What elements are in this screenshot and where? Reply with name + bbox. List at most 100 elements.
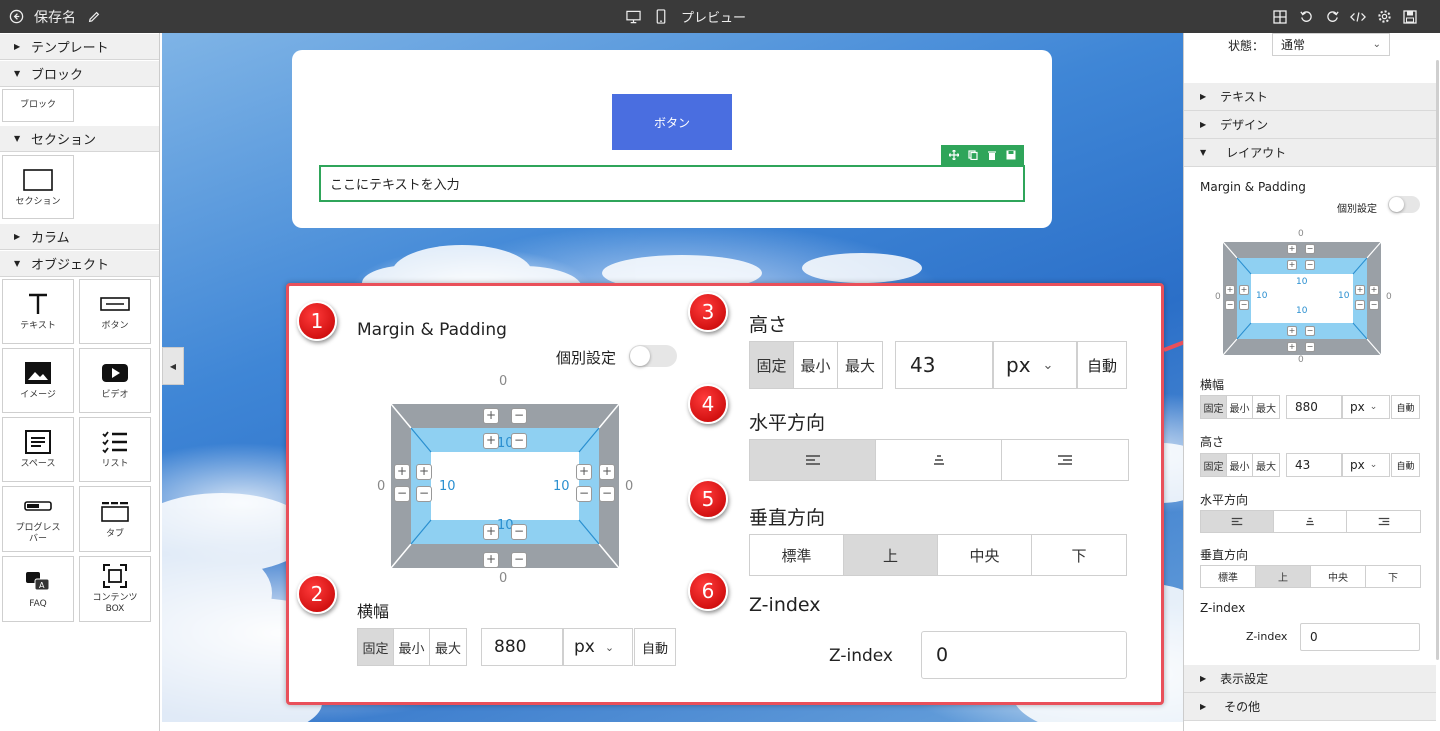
margin-left-minus[interactable]: − xyxy=(394,486,410,502)
width-auto-button[interactable]: 自動 xyxy=(1391,395,1420,419)
padding-right-minus[interactable]: − xyxy=(1355,300,1365,310)
width-mode-max[interactable]: 最大 xyxy=(1253,396,1279,418)
padding-top-plus[interactable]: + xyxy=(1287,260,1297,270)
height-mode-min[interactable]: 最小 xyxy=(794,342,838,388)
accordion-design[interactable]: ▶ デザイン xyxy=(1184,111,1436,139)
padding-left-minus[interactable]: − xyxy=(416,486,432,502)
object-tile-text[interactable]: テキスト xyxy=(2,279,74,344)
vertical-option-top[interactable]: 上 xyxy=(1256,566,1311,587)
align-left-option[interactable] xyxy=(1201,511,1274,532)
width-unit-select[interactable]: px ⌄ xyxy=(1342,395,1390,419)
margin-right-plus[interactable]: + xyxy=(599,464,615,480)
accordion-display-settings[interactable]: ▶ 表示設定 xyxy=(1184,665,1436,693)
object-tile-video[interactable]: ビデオ xyxy=(79,348,151,413)
width-mode-min[interactable]: 最小 xyxy=(1227,396,1253,418)
padding-bottom-plus[interactable]: + xyxy=(1287,326,1297,336)
width-mode-fixed[interactable]: 固定 xyxy=(1201,396,1227,418)
margin-left-plus[interactable]: + xyxy=(1225,285,1235,295)
margin-top-plus[interactable]: + xyxy=(1287,244,1297,254)
object-tile-content-box[interactable]: コンテンツ BOX xyxy=(79,556,151,622)
padding-top-plus[interactable]: + xyxy=(483,433,499,449)
width-value-input[interactable]: 880 xyxy=(481,628,563,666)
mobile-icon[interactable] xyxy=(653,9,669,25)
accordion-object[interactable]: ▼ オブジェクト xyxy=(0,250,159,277)
align-right-option[interactable] xyxy=(1347,511,1420,532)
margin-right-minus[interactable]: − xyxy=(1369,300,1379,310)
padding-bottom-minus[interactable]: − xyxy=(511,524,527,540)
block-tile[interactable]: ブロック xyxy=(2,89,74,122)
height-mode-max[interactable]: 最大 xyxy=(1253,454,1279,476)
margin-bottom-plus[interactable]: + xyxy=(483,552,499,568)
align-center-option[interactable] xyxy=(1274,511,1347,532)
height-auto-button[interactable]: 自動 xyxy=(1077,341,1127,389)
accordion-block[interactable]: ▼ ブロック xyxy=(0,60,159,87)
vertical-option-middle[interactable]: 中央 xyxy=(938,535,1032,575)
accordion-text[interactable]: ▶ テキスト xyxy=(1184,83,1436,111)
undo-icon[interactable] xyxy=(1298,9,1314,25)
padding-bottom-minus[interactable]: − xyxy=(1305,326,1315,336)
height-mode-fixed[interactable]: 固定 xyxy=(1201,454,1227,476)
height-mode-max[interactable]: 最大 xyxy=(838,342,882,388)
padding-left-plus[interactable]: + xyxy=(1239,285,1249,295)
width-unit-select[interactable]: px ⌄ xyxy=(563,628,633,666)
object-tile-tab[interactable]: タブ xyxy=(79,486,151,552)
vertical-option-normal[interactable]: 標準 xyxy=(1201,566,1256,587)
right-panel-scrollbar[interactable] xyxy=(1436,60,1439,660)
vertical-option-bottom[interactable]: 下 xyxy=(1032,535,1126,575)
redo-icon[interactable] xyxy=(1324,9,1340,25)
margin-left-plus[interactable]: + xyxy=(394,464,410,480)
height-mode-min[interactable]: 最小 xyxy=(1227,454,1253,476)
margin-right-plus[interactable]: + xyxy=(1369,285,1379,295)
preview-text-field[interactable]: ここにテキストを入力 xyxy=(319,165,1025,202)
height-unit-select[interactable]: px ⌄ xyxy=(1342,453,1390,477)
margin-bottom-plus[interactable]: + xyxy=(1287,342,1297,352)
trash-icon[interactable] xyxy=(987,150,997,160)
height-value-input[interactable]: 43 xyxy=(895,341,993,389)
accordion-column[interactable]: ▶ カラム xyxy=(0,223,159,250)
vertical-option-top[interactable]: 上 xyxy=(844,535,938,575)
grid-icon[interactable] xyxy=(1272,9,1288,25)
zindex-input[interactable]: 0 xyxy=(1300,623,1420,651)
accordion-other[interactable]: ▶ その他 xyxy=(1184,693,1436,721)
zindex-input[interactable]: 0 xyxy=(921,631,1127,679)
preview-button[interactable]: ボタン xyxy=(612,94,732,150)
settings-gear-icon[interactable] xyxy=(1376,9,1392,25)
accordion-section[interactable]: ▼ セクション xyxy=(0,125,159,152)
padding-right-plus[interactable]: + xyxy=(1355,285,1365,295)
height-unit-select[interactable]: px ⌄ xyxy=(993,341,1077,389)
section-tile[interactable]: セクション xyxy=(2,155,74,219)
width-auto-button[interactable]: 自動 xyxy=(634,628,676,666)
padding-left-minus[interactable]: − xyxy=(1239,300,1249,310)
padding-bottom-plus[interactable]: + xyxy=(483,524,499,540)
align-right-option[interactable] xyxy=(1002,440,1128,480)
vertical-option-bottom[interactable]: 下 xyxy=(1366,566,1420,587)
individual-setting-toggle[interactable] xyxy=(629,345,677,367)
padding-right-plus[interactable]: + xyxy=(576,464,592,480)
margin-bottom-minus[interactable]: − xyxy=(511,552,527,568)
vertical-option-middle[interactable]: 中央 xyxy=(1311,566,1366,587)
save-icon[interactable] xyxy=(1006,150,1016,160)
padding-top-minus[interactable]: − xyxy=(1305,260,1315,270)
sidebar-collapse-button[interactable]: ◀ xyxy=(162,347,184,385)
margin-top-minus[interactable]: − xyxy=(511,408,527,424)
width-mode-fixed[interactable]: 固定 xyxy=(358,629,394,665)
height-auto-button[interactable]: 自動 xyxy=(1391,453,1420,477)
object-tile-progress-bar[interactable]: プログレス バー xyxy=(2,486,74,552)
padding-right-minus[interactable]: − xyxy=(576,486,592,502)
individual-setting-toggle[interactable] xyxy=(1388,196,1420,213)
vertical-option-normal[interactable]: 標準 xyxy=(750,535,844,575)
object-tile-button[interactable]: ボタン xyxy=(79,279,151,344)
edit-pencil-icon[interactable] xyxy=(86,9,102,25)
align-center-option[interactable] xyxy=(876,440,1002,480)
margin-top-minus[interactable]: − xyxy=(1305,244,1315,254)
desktop-icon[interactable] xyxy=(625,9,641,25)
object-tile-image[interactable]: イメージ xyxy=(2,348,74,413)
back-icon[interactable] xyxy=(8,9,24,25)
height-mode-fixed[interactable]: 固定 xyxy=(750,342,794,388)
margin-top-plus[interactable]: + xyxy=(483,408,499,424)
margin-right-minus[interactable]: − xyxy=(599,486,615,502)
width-value-input[interactable]: 880 xyxy=(1286,395,1342,419)
object-tile-space[interactable]: スペース xyxy=(2,417,74,482)
code-icon[interactable] xyxy=(1350,9,1366,25)
save-icon[interactable] xyxy=(1402,9,1418,25)
